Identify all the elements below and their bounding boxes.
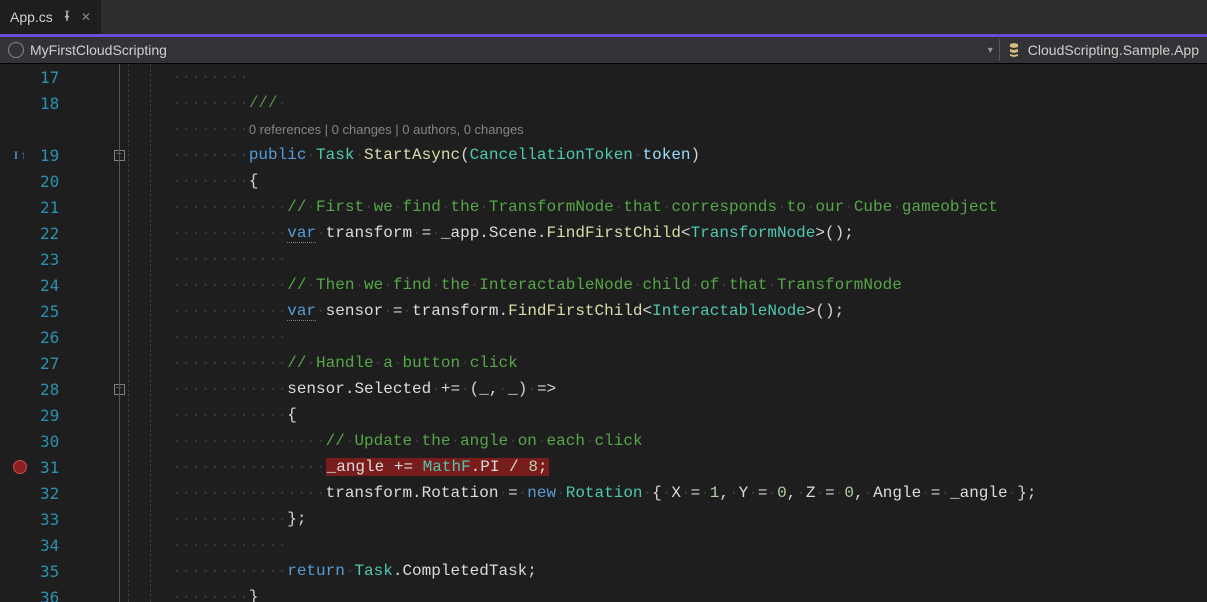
code-line[interactable]: ········ bbox=[172, 64, 1207, 90]
code-line[interactable]: ············var·transform·=·_app.Scene.F… bbox=[172, 220, 1207, 246]
line-number: 36 bbox=[40, 588, 59, 602]
line-number: 22 bbox=[40, 224, 59, 243]
codelens[interactable]: 0 references | 0 changes | 0 authors, 0 … bbox=[249, 122, 524, 137]
nav-separator bbox=[999, 39, 1000, 61]
line-number: 20 bbox=[40, 172, 59, 191]
nav-class-dropdown[interactable]: CloudScripting.Sample.App bbox=[1006, 42, 1199, 58]
nav-bar: MyFirstCloudScripting ▾ CloudScripting.S… bbox=[0, 34, 1207, 64]
code-line[interactable]: ········public·Task·StartAsync(Cancellat… bbox=[172, 142, 1207, 168]
code-line[interactable]: ········0 references | 0 changes | 0 aut… bbox=[172, 116, 1207, 142]
line-number: 34 bbox=[40, 536, 59, 555]
editor-root: App.cs ✕ MyFirstCloudScripting ▾ CloudSc… bbox=[0, 0, 1207, 602]
namespace-icon bbox=[8, 42, 24, 58]
code-line[interactable]: ············return·Task.CompletedTask; bbox=[172, 558, 1207, 584]
close-icon[interactable]: ✕ bbox=[81, 10, 91, 24]
code-line[interactable]: ················transform.Rotation·=·new… bbox=[172, 480, 1207, 506]
pin-icon[interactable] bbox=[61, 10, 73, 25]
nav-namespace-dropdown[interactable]: MyFirstCloudScripting bbox=[8, 42, 988, 58]
code-line[interactable]: ············sensor.Selected·+=·(_,·_)·=> bbox=[172, 376, 1207, 402]
line-number: 31 bbox=[40, 458, 59, 477]
line-number: 32 bbox=[40, 484, 59, 503]
code-line[interactable]: ········} bbox=[172, 584, 1207, 602]
line-number: 29 bbox=[40, 406, 59, 425]
code-line[interactable]: ················//·Update·the·angle·on·e… bbox=[172, 428, 1207, 454]
line-number: 18 bbox=[40, 94, 59, 113]
code-line[interactable]: ········///· bbox=[172, 90, 1207, 116]
code-line[interactable]: ············ bbox=[172, 532, 1207, 558]
line-number: 23 bbox=[40, 250, 59, 269]
line-number: 25 bbox=[40, 302, 59, 321]
line-number: 26 bbox=[40, 328, 59, 347]
nav-class-label: CloudScripting.Sample.App bbox=[1028, 42, 1199, 58]
code-line[interactable]: ············//·Handle·a·button·click bbox=[172, 350, 1207, 376]
tab-app-cs[interactable]: App.cs ✕ bbox=[0, 0, 101, 34]
code-line[interactable]: ············var·sensor·=·transform.FindF… bbox=[172, 298, 1207, 324]
change-tracking-icon[interactable]: I↑ bbox=[14, 148, 27, 163]
chevron-down-icon[interactable]: ▾ bbox=[988, 45, 993, 56]
line-number: 24 bbox=[40, 276, 59, 295]
code-editor[interactable]: I↑ 17 18 19 20 21 22 23 24 25 26 27 28 29 30 31 32 33 34 35… bbox=[0, 64, 1207, 602]
code-line[interactable]: ········{ bbox=[172, 168, 1207, 194]
code-line[interactable]: ············}; bbox=[172, 506, 1207, 532]
code-line[interactable]: ············//·First·we·find·the·Transfo… bbox=[172, 194, 1207, 220]
line-number: 35 bbox=[40, 562, 59, 581]
code-line[interactable]: ············//·Then·we·find·the·Interact… bbox=[172, 272, 1207, 298]
line-number: 30 bbox=[40, 432, 59, 451]
line-number: 19 bbox=[40, 146, 59, 165]
tab-label: App.cs bbox=[10, 9, 53, 25]
code-line[interactable]: ············{ bbox=[172, 402, 1207, 428]
line-number: 27 bbox=[40, 354, 59, 373]
nav-namespace-label: MyFirstCloudScripting bbox=[30, 42, 167, 58]
line-number: 33 bbox=[40, 510, 59, 529]
code-line[interactable]: ············ bbox=[172, 246, 1207, 272]
line-number: 17 bbox=[40, 68, 59, 87]
tab-strip: App.cs ✕ bbox=[0, 0, 1207, 34]
breakpoint-icon[interactable] bbox=[13, 460, 27, 474]
code-line[interactable]: ················_angle·+=·MathF.PI·/·8; bbox=[172, 454, 1207, 480]
code-line[interactable]: ············ bbox=[172, 324, 1207, 350]
class-icon bbox=[1006, 42, 1022, 58]
line-number: 21 bbox=[40, 198, 59, 217]
line-number: 28 bbox=[40, 380, 59, 399]
